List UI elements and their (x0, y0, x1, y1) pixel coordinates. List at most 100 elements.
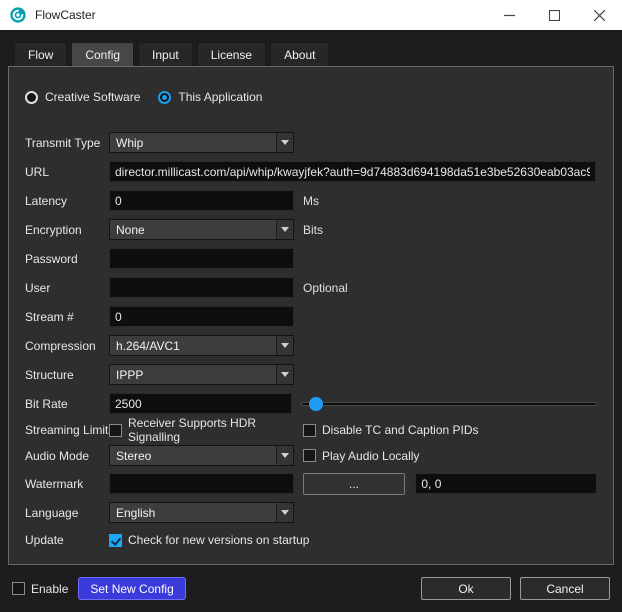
bit-rate-slider[interactable] (301, 395, 597, 413)
checkbox-label: Disable TC and Caption PIDs (322, 423, 479, 437)
tab-license[interactable]: License (197, 42, 266, 66)
dropdown-value: IPPP (110, 368, 276, 382)
tab-flow[interactable]: Flow (14, 42, 67, 66)
dropdown-value: h.264/AVC1 (110, 339, 276, 353)
transmit-type-dropdown[interactable]: Whip (109, 132, 294, 153)
window-title: FlowCaster (35, 8, 96, 22)
latency-row: Latency Ms (25, 186, 597, 215)
minimize-button[interactable] (487, 0, 532, 30)
user-input[interactable] (109, 277, 294, 298)
watermark-position-input[interactable] (415, 473, 597, 494)
language-dropdown[interactable]: English (109, 502, 294, 523)
maximize-icon (549, 10, 560, 21)
password-input[interactable] (109, 248, 294, 269)
encryption-label: Encryption (25, 223, 109, 237)
ok-button[interactable]: Ok (421, 577, 511, 600)
latency-unit-label: Ms (303, 194, 319, 208)
audio-mode-row: Audio Mode Stereo Play Audio Locally (25, 442, 597, 469)
transmit-type-label: Transmit Type (25, 136, 109, 150)
dropdown-value: Stereo (110, 449, 276, 463)
stream-number-input[interactable] (109, 306, 294, 327)
latency-input[interactable] (109, 190, 294, 211)
watermark-browse-button[interactable]: ... (303, 473, 406, 495)
tab-config[interactable]: Config (71, 42, 134, 66)
stream-number-label: Stream # (25, 310, 109, 324)
check-new-versions-checkbox[interactable]: Check for new versions on startup (109, 533, 309, 547)
update-label: Update (25, 533, 109, 547)
streaming-limits-row: Streaming Limits Receiver Supports HDR S… (25, 418, 597, 442)
checkbox-unchecked-icon (303, 449, 316, 462)
stream-number-row: Stream # (25, 302, 597, 331)
radio-creative-software[interactable]: Creative Software (25, 90, 140, 104)
checkbox-checked-icon (109, 534, 122, 547)
user-label: User (25, 281, 109, 295)
set-new-config-button[interactable]: Set New Config (78, 577, 185, 600)
structure-row: Structure IPPP (25, 360, 597, 389)
checkbox-label: Enable (31, 582, 68, 596)
radio-selected-icon (158, 91, 171, 104)
chevron-down-icon (276, 446, 293, 465)
chevron-down-icon (276, 220, 293, 239)
bit-rate-label: Bit Rate (25, 397, 109, 411)
minimize-icon (504, 10, 515, 21)
radio-this-application[interactable]: This Application (158, 90, 262, 104)
checkbox-label: Play Audio Locally (322, 449, 419, 463)
watermark-label: Watermark (25, 477, 109, 491)
disable-tc-caption-checkbox[interactable]: Disable TC and Caption PIDs (303, 423, 479, 437)
checkbox-label: Receiver Supports HDR Signalling (128, 416, 303, 444)
url-input[interactable] (109, 161, 596, 182)
title-bar: FlowCaster (0, 0, 622, 30)
language-label: Language (25, 506, 109, 520)
tab-input[interactable]: Input (138, 42, 193, 66)
play-audio-locally-checkbox[interactable]: Play Audio Locally (303, 449, 419, 463)
audio-mode-dropdown[interactable]: Stereo (109, 445, 294, 466)
tab-about[interactable]: About (270, 42, 329, 66)
audio-mode-label: Audio Mode (25, 449, 109, 463)
chevron-down-icon (276, 133, 293, 152)
hdr-signalling-checkbox[interactable]: Receiver Supports HDR Signalling (109, 416, 303, 444)
structure-label: Structure (25, 368, 109, 382)
chevron-down-icon (276, 336, 293, 355)
close-button[interactable] (577, 0, 622, 30)
dropdown-value: English (110, 506, 276, 520)
config-panel: Creative Software This Application Trans… (8, 66, 614, 565)
footer-bar: Enable Set New Config Ok Cancel (0, 565, 622, 612)
user-optional-label: Optional (303, 281, 348, 295)
slider-track (301, 402, 597, 406)
slider-thumb[interactable] (309, 397, 323, 411)
language-row: Language English (25, 498, 597, 527)
url-label: URL (25, 165, 109, 179)
enable-checkbox[interactable]: Enable (12, 582, 68, 596)
bit-rate-input[interactable] (109, 393, 292, 414)
dropdown-value: None (110, 223, 276, 237)
encryption-dropdown[interactable]: None (109, 219, 294, 240)
transmit-type-row: Transmit Type Whip (25, 128, 597, 157)
password-label: Password (25, 252, 109, 266)
maximize-button[interactable] (532, 0, 577, 30)
close-icon (594, 10, 605, 21)
radio-unselected-icon (25, 91, 38, 104)
checkbox-unchecked-icon (12, 582, 25, 595)
watermark-input[interactable] (109, 473, 294, 494)
checkbox-label: Check for new versions on startup (128, 533, 309, 547)
compression-label: Compression (25, 339, 109, 353)
checkbox-unchecked-icon (109, 424, 122, 437)
user-row: User Optional (25, 273, 597, 302)
encryption-row: Encryption None Bits (25, 215, 597, 244)
bit-rate-row: Bit Rate (25, 389, 597, 418)
radio-label: Creative Software (45, 90, 140, 104)
cancel-button[interactable]: Cancel (520, 577, 610, 600)
structure-dropdown[interactable]: IPPP (109, 364, 294, 385)
compression-dropdown[interactable]: h.264/AVC1 (109, 335, 294, 356)
chevron-down-icon (276, 365, 293, 384)
dropdown-value: Whip (110, 136, 276, 150)
streaming-limits-label: Streaming Limits (25, 423, 109, 437)
update-row: Update Check for new versions on startup (25, 527, 597, 553)
window-controls (487, 0, 622, 30)
app-logo-icon (9, 6, 27, 24)
chevron-down-icon (276, 503, 293, 522)
checkbox-unchecked-icon (303, 424, 316, 437)
compression-row: Compression h.264/AVC1 (25, 331, 597, 360)
tab-bar: Flow Config Input License About (14, 42, 329, 66)
latency-label: Latency (25, 194, 109, 208)
